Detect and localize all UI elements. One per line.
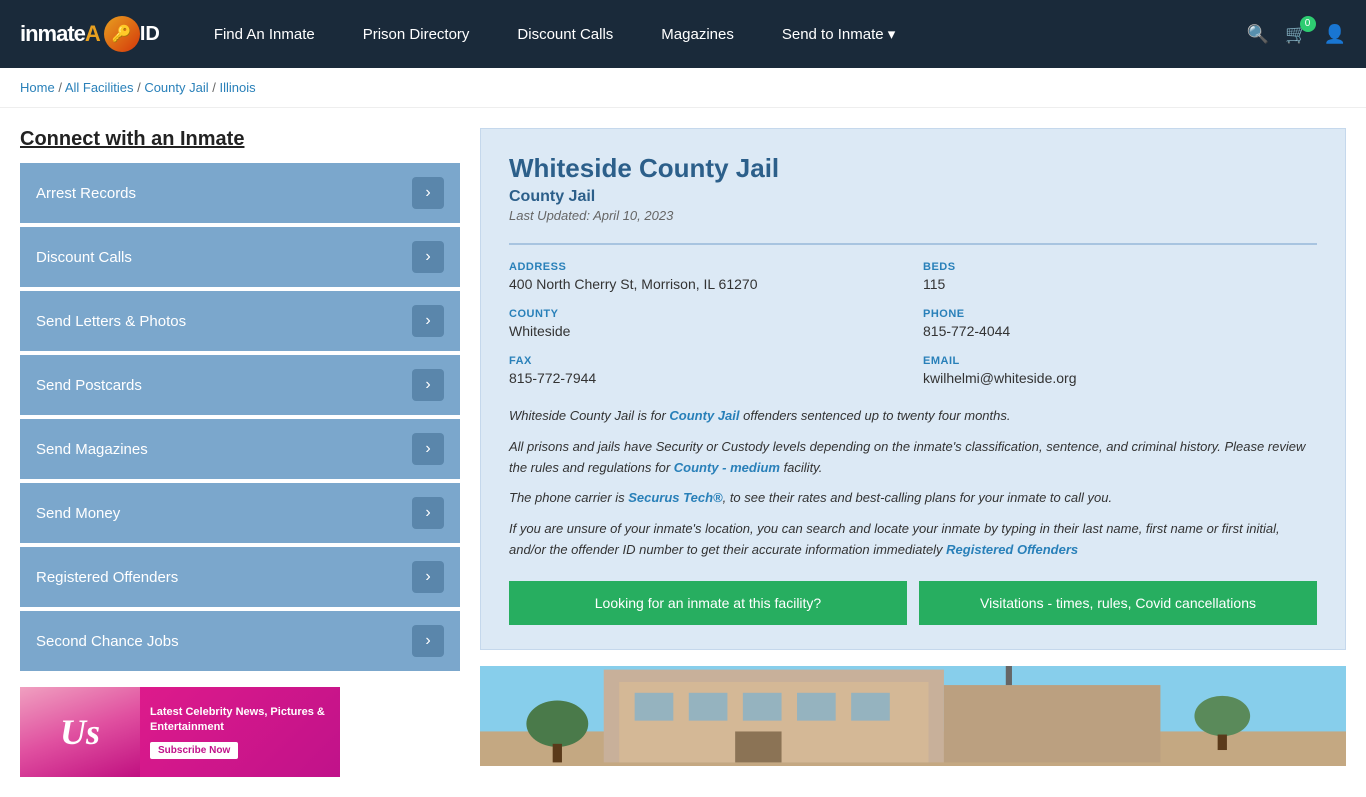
detail-email: EMAIL kwilhelmi@whiteside.org: [923, 355, 1317, 386]
facility-image: [480, 666, 1346, 766]
phone-label: PHONE: [923, 308, 1317, 320]
sidebar-label-arrest-records: Arrest Records: [36, 185, 136, 202]
visitations-button[interactable]: Visitations - times, rules, Covid cancel…: [919, 581, 1317, 625]
cart-icon[interactable]: 🛒 0: [1285, 24, 1307, 45]
sidebar-label-discount-calls: Discount Calls: [36, 249, 132, 266]
email-label: EMAIL: [923, 355, 1317, 367]
detail-beds: BEDS 115: [923, 261, 1317, 292]
sidebar-label-send-money: Send Money: [36, 505, 120, 522]
sidebar-item-send-letters[interactable]: Send Letters & Photos ›: [20, 291, 460, 351]
nav-discount-calls[interactable]: Discount Calls: [493, 0, 637, 68]
facility-last-updated: Last Updated: April 10, 2023: [509, 208, 1317, 223]
user-icon[interactable]: 👤: [1324, 24, 1346, 45]
arrow-icon-5: ›: [412, 497, 444, 529]
sidebar: Connect with an Inmate Arrest Records › …: [20, 128, 460, 777]
sidebar-item-arrest-records[interactable]: Arrest Records ›: [20, 163, 460, 223]
address-label: ADDRESS: [509, 261, 903, 273]
detail-address: ADDRESS 400 North Cherry St, Morrison, I…: [509, 261, 903, 292]
breadcrumb-county-jail[interactable]: County Jail: [144, 80, 208, 95]
desc-paragraph-1: Whiteside County Jail is for County Jail…: [509, 406, 1317, 427]
facility-type: County Jail: [509, 188, 1317, 206]
main-nav: Find An Inmate Prison Directory Discount…: [190, 0, 1247, 68]
arrow-icon-7: ›: [412, 625, 444, 657]
breadcrumb-illinois[interactable]: Illinois: [219, 80, 255, 95]
desc-paragraph-4: If you are unsure of your inmate's locat…: [509, 519, 1317, 561]
breadcrumb: Home / All Facilities / County Jail / Il…: [20, 80, 1346, 95]
ad-text-area: Latest Celebrity News, Pictures & Entert…: [140, 697, 340, 767]
fax-label: FAX: [509, 355, 903, 367]
ad-headline: Latest Celebrity News, Pictures & Entert…: [150, 705, 330, 734]
sidebar-item-send-postcards[interactable]: Send Postcards ›: [20, 355, 460, 415]
sidebar-item-send-money[interactable]: Send Money ›: [20, 483, 460, 543]
find-inmate-button[interactable]: Looking for an inmate at this facility?: [509, 581, 907, 625]
county-label: COUNTY: [509, 308, 903, 320]
sidebar-item-registered-offenders[interactable]: Registered Offenders ›: [20, 547, 460, 607]
header-icons: 🔍 🛒 0 👤: [1247, 24, 1346, 45]
county-medium-link[interactable]: County - medium: [674, 460, 780, 475]
action-buttons: Looking for an inmate at this facility? …: [509, 581, 1317, 625]
breadcrumb-area: Home / All Facilities / County Jail / Il…: [0, 68, 1366, 108]
sidebar-label-send-magazines: Send Magazines: [36, 441, 148, 458]
logo[interactable]: inmateA 🔑 ID: [20, 16, 160, 52]
facility-title: Whiteside County Jail: [509, 153, 1317, 184]
nav-find-inmate[interactable]: Find An Inmate: [190, 0, 339, 68]
sidebar-label-send-letters: Send Letters & Photos: [36, 313, 186, 330]
county-value: Whiteside: [509, 323, 903, 339]
arrow-icon-6: ›: [412, 561, 444, 593]
nav-magazines[interactable]: Magazines: [637, 0, 758, 68]
fax-value: 815-772-7944: [509, 370, 903, 386]
facility-card: Whiteside County Jail County Jail Last U…: [480, 128, 1346, 650]
facility-details: ADDRESS 400 North Cherry St, Morrison, I…: [509, 243, 1317, 386]
detail-phone: PHONE 815-772-4044: [923, 308, 1317, 339]
ad-image: Us: [20, 687, 140, 777]
phone-value: 815-772-4044: [923, 323, 1317, 339]
arrow-icon-3: ›: [412, 369, 444, 401]
ad-subscribe-button[interactable]: Subscribe Now: [150, 742, 238, 759]
content-area: Whiteside County Jail County Jail Last U…: [480, 128, 1346, 777]
county-jail-link[interactable]: County Jail: [669, 408, 739, 423]
beds-value: 115: [923, 276, 1317, 292]
arrow-icon-4: ›: [412, 433, 444, 465]
sidebar-label-second-chance-jobs: Second Chance Jobs: [36, 633, 179, 650]
beds-label: BEDS: [923, 261, 1317, 273]
breadcrumb-all-facilities[interactable]: All Facilities: [65, 80, 134, 95]
logo-text: inmateA: [20, 21, 100, 47]
breadcrumb-home[interactable]: Home: [20, 80, 55, 95]
main-layout: Connect with an Inmate Arrest Records › …: [0, 108, 1366, 797]
search-icon[interactable]: 🔍: [1247, 24, 1269, 45]
registered-offenders-link[interactable]: Registered Offenders: [946, 542, 1078, 557]
sidebar-title: Connect with an Inmate: [20, 128, 460, 151]
sidebar-label-send-postcards: Send Postcards: [36, 377, 142, 394]
arrow-icon-0: ›: [412, 177, 444, 209]
sidebar-menu: Arrest Records › Discount Calls › Send L…: [20, 163, 460, 671]
sidebar-item-send-magazines[interactable]: Send Magazines ›: [20, 419, 460, 479]
sidebar-item-discount-calls[interactable]: Discount Calls ›: [20, 227, 460, 287]
sidebar-label-registered-offenders: Registered Offenders: [36, 569, 178, 586]
arrow-icon-2: ›: [412, 305, 444, 337]
cart-badge: 0: [1300, 16, 1316, 32]
advertisement: Us Latest Celebrity News, Pictures & Ent…: [20, 687, 340, 777]
nav-send-to-inmate[interactable]: Send to Inmate ▾: [758, 0, 919, 68]
sidebar-item-second-chance-jobs[interactable]: Second Chance Jobs ›: [20, 611, 460, 671]
nav-prison-directory[interactable]: Prison Directory: [339, 0, 494, 68]
arrow-icon-1: ›: [412, 241, 444, 273]
desc-paragraph-3: The phone carrier is Securus Tech®, to s…: [509, 488, 1317, 509]
desc-paragraph-2: All prisons and jails have Security or C…: [509, 437, 1317, 479]
detail-fax: FAX 815-772-7944: [509, 355, 903, 386]
detail-county: COUNTY Whiteside: [509, 308, 903, 339]
address-value: 400 North Cherry St, Morrison, IL 61270: [509, 276, 903, 292]
securus-link[interactable]: Securus Tech®: [628, 490, 722, 505]
facility-building-svg: [480, 666, 1346, 766]
logo-icon: 🔑: [104, 16, 140, 52]
site-header: inmateA 🔑 ID Find An Inmate Prison Direc…: [0, 0, 1366, 68]
logo-suffix: ID: [140, 23, 160, 46]
email-value: kwilhelmi@whiteside.org: [923, 370, 1317, 386]
